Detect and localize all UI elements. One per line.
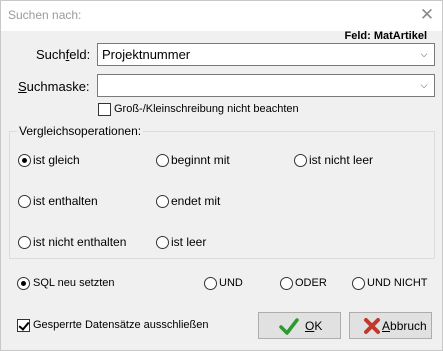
radio-label-ist-enthalten: ist enthalten	[33, 194, 98, 208]
cancel-button[interactable]: Abbruch	[349, 312, 432, 339]
radio-ist-nicht-enthalten[interactable]	[18, 236, 31, 249]
radio-und[interactable]	[204, 277, 217, 290]
radio-ist-gleich[interactable]	[18, 154, 31, 167]
radio-und-nicht[interactable]	[352, 277, 365, 290]
search-dialog: Suchen nach: ✕ Feld: MatArtikel Suchfeld…	[0, 0, 443, 351]
radio-label-ist-gleich: ist gleich	[33, 153, 80, 167]
suchmaske-input[interactable]: ⌵	[97, 74, 435, 97]
field-info-label: Feld: MatArtikel	[344, 30, 427, 42]
suchmaske-label: Suchmaske:	[18, 79, 90, 94]
radio-sql-neu-setzten[interactable]	[17, 277, 30, 290]
chevron-down-icon[interactable]: ⌵	[416, 76, 432, 95]
radio-label-ist-nicht-leer: ist nicht leer	[309, 153, 374, 167]
exclude-locked-checkbox[interactable]	[17, 319, 30, 332]
radio-ist-enthalten[interactable]	[18, 195, 31, 208]
radio-label-beginnt-mit: beginnt mit	[171, 153, 230, 167]
radio-label-und: UND	[219, 277, 243, 289]
radio-label-ist-nicht-enthalten: ist nicht enthalten	[33, 235, 127, 249]
suchfeld-select[interactable]: Projektnummer ⌵	[97, 43, 435, 66]
suchfeld-value: Projektnummer	[102, 47, 191, 62]
cancel-button-label: Abbruch	[382, 319, 427, 333]
ok-button-label: OK	[305, 319, 323, 333]
radio-ist-nicht-leer[interactable]	[294, 154, 307, 167]
chevron-down-icon[interactable]: ⌵	[416, 45, 432, 64]
window-title: Suchen nach:	[8, 8, 82, 22]
case-insensitive-label: Groß-/Kleinschreibung nicht beachten	[114, 103, 299, 115]
ok-button[interactable]: OK	[258, 312, 341, 339]
title-bar: Suchen nach: ✕	[1, 1, 442, 31]
exclude-locked-label: Gesperrte Datensätze ausschließen	[33, 319, 209, 331]
radio-endet-mit[interactable]	[156, 195, 169, 208]
radio-label-oder: ODER	[295, 277, 327, 289]
radio-label-ist-leer: ist leer	[171, 235, 207, 249]
comparison-group-title: Vergleichsoperationen:	[17, 124, 144, 138]
close-icon[interactable]: ✕	[412, 1, 442, 31]
radio-ist-leer[interactable]	[156, 236, 169, 249]
radio-label-endet-mit: endet mit	[171, 194, 221, 208]
radio-beginnt-mit[interactable]	[156, 154, 169, 167]
checkmark-icon	[279, 318, 299, 335]
radio-label-und-nicht: UND NICHT	[367, 277, 428, 289]
suchfeld-label: Suchfeld:	[36, 47, 91, 62]
cross-icon	[364, 318, 380, 334]
radio-label-sql-neu-setzten: SQL neu setzten	[33, 277, 115, 289]
radio-oder[interactable]	[280, 277, 293, 290]
case-insensitive-checkbox[interactable]	[98, 103, 111, 116]
